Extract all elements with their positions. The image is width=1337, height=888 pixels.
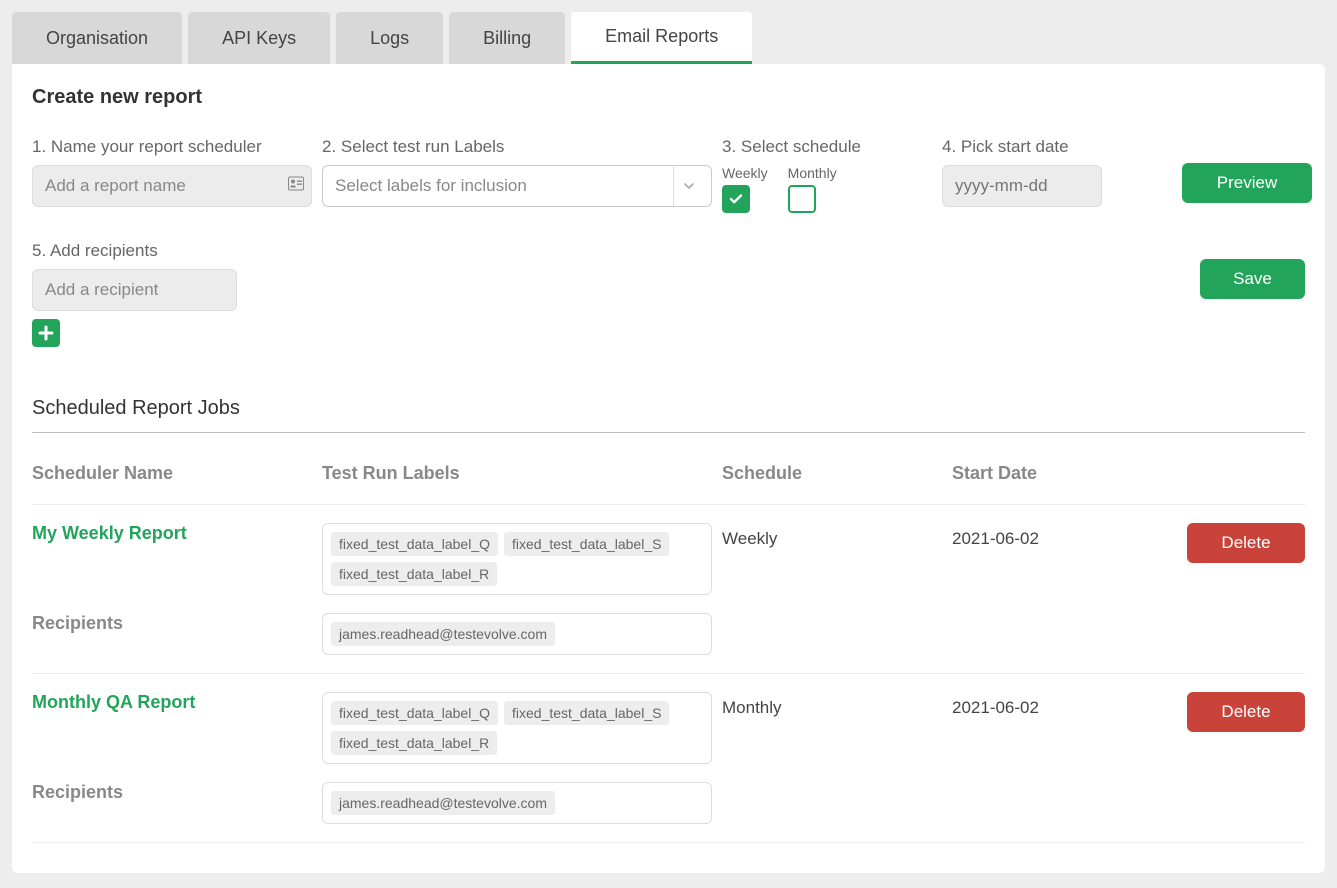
- label-chip: fixed_test_data_label_Q: [331, 532, 498, 556]
- job-recipients: james.readhead@testevolve.com: [322, 782, 712, 824]
- job-recipients-label: Recipients: [32, 782, 322, 803]
- label-chip: fixed_test_data_label_S: [504, 701, 669, 725]
- col-name: Scheduler Name: [32, 463, 322, 484]
- plus-icon: [38, 325, 54, 341]
- step-label-labels: 2. Select test run Labels: [322, 137, 712, 157]
- job-labels: fixed_test_data_label_Qfixed_test_data_l…: [322, 523, 712, 595]
- divider: [32, 432, 1305, 433]
- tab-email-reports[interactable]: Email Reports: [571, 12, 752, 64]
- label-chip: fixed_test_data_label_Q: [331, 701, 498, 725]
- recipient-chip: james.readhead@testevolve.com: [331, 791, 555, 815]
- step-label-schedule: 3. Select schedule: [722, 137, 932, 157]
- chevron-down-icon: [673, 166, 703, 206]
- job-schedule: Monthly: [722, 692, 952, 718]
- step-label-start: 4. Pick start date: [942, 137, 1172, 157]
- tab-logs[interactable]: Logs: [336, 12, 443, 64]
- label-chip: fixed_test_data_label_R: [331, 562, 497, 586]
- step-recipients: 5. Add recipients: [32, 241, 312, 347]
- report-name-input[interactable]: [32, 165, 312, 207]
- job-start-date: 2021-06-02: [952, 523, 1182, 549]
- col-start: Start Date: [952, 463, 1182, 484]
- step-schedule: 3. Select schedule Weekly Monthly: [722, 137, 932, 213]
- job-schedule: Weekly: [722, 523, 952, 549]
- start-date-input[interactable]: [942, 165, 1102, 207]
- step-name: 1. Name your report scheduler: [32, 137, 312, 207]
- step-label-recipients: 5. Add recipients: [32, 241, 312, 261]
- job-name-link[interactable]: Monthly QA Report: [32, 692, 195, 712]
- col-schedule: Schedule: [722, 463, 952, 484]
- jobs-heading: Scheduled Report Jobs: [32, 397, 1305, 420]
- panel: Create new report 1. Name your report sc…: [12, 64, 1325, 873]
- job-recipients-label: Recipients: [32, 613, 322, 634]
- monthly-checkbox[interactable]: [788, 185, 816, 213]
- delete-button[interactable]: Delete: [1187, 523, 1305, 563]
- jobs-list: My Weekly Reportfixed_test_data_label_Qf…: [32, 505, 1305, 843]
- id-card-icon: [288, 177, 304, 196]
- col-labels: Test Run Labels: [322, 463, 722, 484]
- labels-select[interactable]: Select labels for inclusion: [322, 165, 712, 207]
- add-recipient-button[interactable]: [32, 319, 60, 347]
- monthly-label: Monthly: [788, 165, 837, 181]
- recipient-chip: james.readhead@testevolve.com: [331, 622, 555, 646]
- save-button[interactable]: Save: [1200, 259, 1305, 299]
- job-row: Monthly QA Report fixed_test_data_label_Q…: [32, 674, 1305, 843]
- job-row: My Weekly Reportfixed_test_data_label_Qf…: [32, 505, 1305, 674]
- labels-placeholder: Select labels for inclusion: [335, 176, 527, 196]
- step-start-date: 4. Pick start date: [942, 137, 1172, 207]
- job-start-date: 2021-06-02: [952, 692, 1182, 718]
- tab-organisation[interactable]: Organisation: [12, 12, 182, 64]
- jobs-table-header: Scheduler Name Test Run Labels Schedule …: [32, 463, 1305, 505]
- tab-billing[interactable]: Billing: [449, 12, 565, 64]
- recipient-input[interactable]: [32, 269, 237, 311]
- job-labels: fixed_test_data_label_Qfixed_test_data_l…: [322, 692, 712, 764]
- job-name-link[interactable]: My Weekly Report: [32, 523, 187, 543]
- step-label-name: 1. Name your report scheduler: [32, 137, 312, 157]
- label-chip: fixed_test_data_label_S: [504, 532, 669, 556]
- step-labels: 2. Select test run Labels Select labels …: [322, 137, 712, 207]
- preview-button[interactable]: Preview: [1182, 163, 1312, 203]
- weekly-label: Weekly: [722, 165, 768, 181]
- tabs: Organisation API Keys Logs Billing Email…: [12, 12, 1325, 64]
- label-chip: fixed_test_data_label_R: [331, 731, 497, 755]
- weekly-checkbox[interactable]: [722, 185, 750, 213]
- tab-api-keys[interactable]: API Keys: [188, 12, 330, 64]
- create-heading: Create new report: [32, 86, 1305, 109]
- job-recipients: james.readhead@testevolve.com: [322, 613, 712, 655]
- delete-button[interactable]: Delete: [1187, 692, 1305, 732]
